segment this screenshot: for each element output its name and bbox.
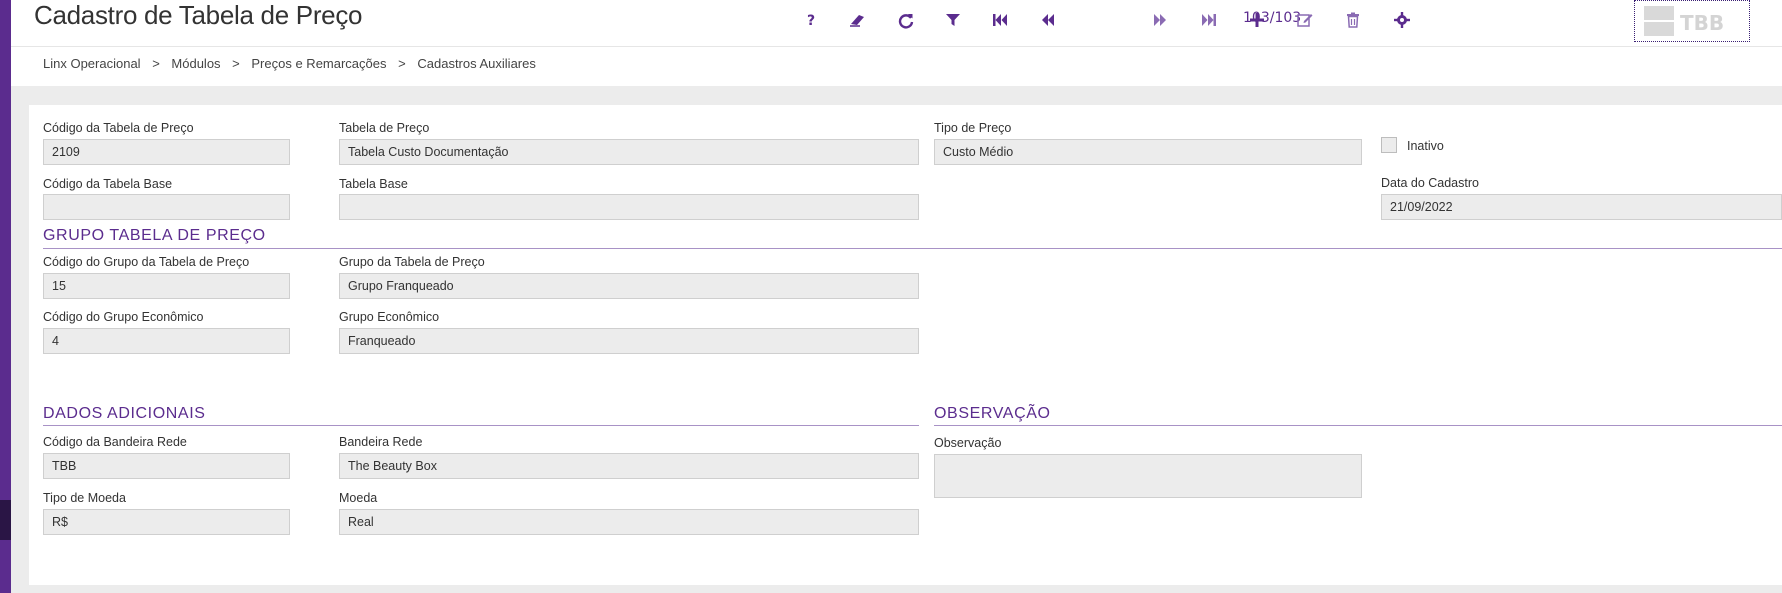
tabela-preco-field[interactable]: Tabela Custo Documentação	[339, 139, 919, 165]
grupo-tabela-field[interactable]: Grupo Franqueado	[339, 273, 919, 299]
codigo-tabela-label: Código da Tabela de Preço	[43, 121, 194, 135]
bandeira-label: Bandeira Rede	[339, 435, 423, 449]
tipo-preco-label: Tipo de Preço	[934, 121, 1012, 135]
data-cadastro-label: Data do Cadastro	[1381, 176, 1479, 190]
tabela-base-field[interactable]	[339, 194, 919, 220]
breadcrumb-item[interactable]: Preços e Remarcações	[251, 56, 386, 71]
bandeira-field[interactable]: The Beauty Box	[339, 453, 919, 479]
add-icon[interactable]	[1243, 6, 1271, 34]
codigo-grupo-economico-field[interactable]: 4	[43, 328, 290, 354]
brand-logo: TBB	[1634, 0, 1750, 42]
breadcrumb: Linx Operacional > Módulos > Preços e Re…	[43, 56, 544, 71]
codigo-grupo-economico-label: Código do Grupo Econômico	[43, 310, 204, 324]
codigo-tabela-base-field[interactable]	[43, 194, 290, 220]
observacao-section-title: OBSERVAÇÃO	[934, 405, 1051, 422]
moeda-field[interactable]: Real	[339, 509, 919, 535]
breadcrumb-separator: >	[152, 56, 160, 71]
edit-icon[interactable]	[1291, 6, 1319, 34]
toolbar: ? 103/103 TBB	[11, 0, 1782, 42]
observacao-label: Observação	[934, 436, 1002, 450]
logo-graphic: TBB	[1644, 6, 1724, 36]
grupo-economico-label: Grupo Econômico	[339, 310, 440, 324]
codigo-grupo-field[interactable]: 15	[43, 273, 290, 299]
delete-icon[interactable]	[1339, 6, 1367, 34]
codigo-grupo-label: Código do Grupo da Tabela de Preço	[43, 255, 250, 269]
codigo-bandeira-label: Código da Bandeira Rede	[43, 435, 187, 449]
moeda-label: Moeda	[339, 491, 378, 505]
refresh-icon[interactable]	[892, 6, 920, 34]
tipo-moeda-label: Tipo de Moeda	[43, 491, 126, 505]
previous-record-icon[interactable]	[1034, 6, 1062, 34]
eraser-icon[interactable]	[843, 6, 871, 34]
breadcrumb-separator: >	[398, 56, 406, 71]
first-record-icon[interactable]	[986, 6, 1014, 34]
observacao-textarea[interactable]	[934, 454, 1362, 498]
observacao-section-divider	[934, 425, 1782, 426]
last-record-icon[interactable]	[1195, 6, 1223, 34]
sidebar-dark-block	[0, 500, 11, 540]
breadcrumb-separator: >	[232, 56, 240, 71]
grupo-tabela-label: Grupo da Tabela de Preço	[339, 255, 485, 269]
tabela-base-label: Tabela Base	[339, 177, 408, 191]
logo-text: TBB	[1680, 11, 1724, 35]
codigo-tabela-base-label: Código da Tabela Base	[43, 177, 173, 191]
data-cadastro-field[interactable]: 21/09/2022	[1381, 194, 1782, 220]
codigo-tabela-field[interactable]: 2109	[43, 139, 290, 165]
inativo-checkbox[interactable]	[1381, 137, 1397, 153]
next-record-icon[interactable]	[1146, 6, 1174, 34]
grupo-section-title: GRUPO TABELA DE PREÇO	[43, 227, 266, 244]
adicionais-section-divider	[43, 425, 919, 426]
tabela-preco-label: Tabela de Preço	[339, 121, 430, 135]
breadcrumb-item[interactable]: Cadastros Auxiliares	[417, 56, 536, 71]
inativo-label: Inativo	[1407, 139, 1444, 153]
form-panel: Código da Tabela de Preço 2109 Tabela de…	[29, 105, 1782, 585]
breadcrumb-item[interactable]: Módulos	[171, 56, 220, 71]
tipo-preco-field[interactable]: Custo Médio	[934, 139, 1362, 165]
help-icon[interactable]: ?	[798, 6, 826, 34]
grupo-section-divider	[43, 248, 1782, 249]
breadcrumb-item[interactable]: Linx Operacional	[43, 56, 141, 71]
tipo-moeda-field[interactable]: R$	[43, 509, 290, 535]
settings-icon[interactable]	[1388, 6, 1416, 34]
grupo-economico-field[interactable]: Franqueado	[339, 328, 919, 354]
adicionais-section-title: DADOS ADICIONAIS	[43, 405, 206, 422]
codigo-bandeira-field[interactable]: TBB	[43, 453, 290, 479]
filter-icon[interactable]	[939, 6, 967, 34]
top-bar: Cadastro de Tabela de Preço ? 103/103 TB…	[11, 0, 1782, 47]
svg-text:?: ?	[807, 13, 815, 29]
left-sidebar-strip	[0, 0, 11, 593]
